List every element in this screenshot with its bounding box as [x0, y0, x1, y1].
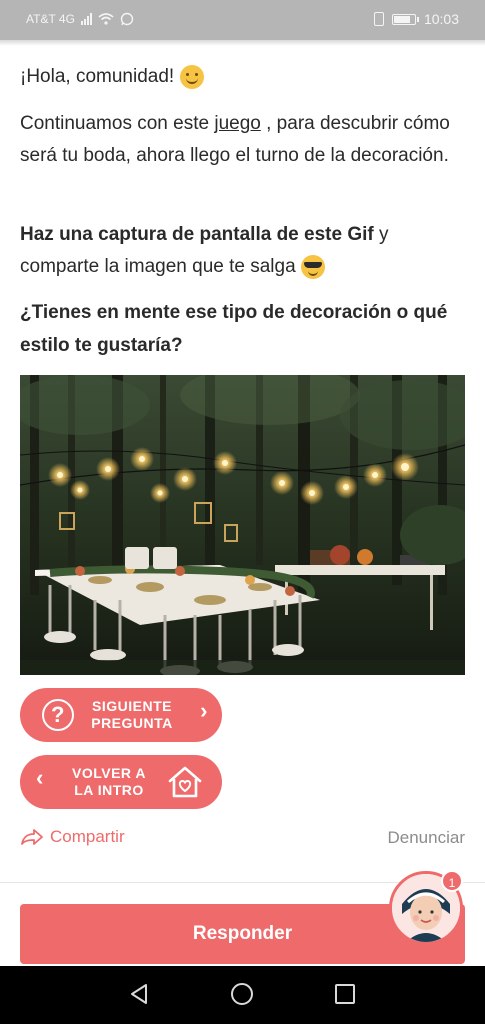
next-question-line2: PREGUNTA — [91, 715, 173, 731]
next-question-label: SIGUIENTE PREGUNTA — [86, 698, 178, 732]
back-to-intro-line2: LA INTRO — [74, 782, 144, 798]
report-link[interactable]: Denunciar — [388, 828, 466, 848]
battery-icon — [391, 13, 419, 25]
carrier-label: AT&T 4G — [26, 12, 75, 26]
share-label: Compartir — [50, 827, 125, 846]
vibrate-icon — [373, 12, 384, 26]
back-to-intro-label: VOLVER A LA INTRO — [68, 765, 150, 799]
question-paragraph: ¿Tienes en mente ese tipo de decoración … — [20, 302, 448, 356]
juego-link[interactable]: juego — [214, 113, 261, 134]
intro-text-start: Continuamos con este — [20, 113, 215, 134]
signal-icon — [80, 13, 92, 25]
wifi-icon — [98, 13, 114, 25]
share-arrow-icon — [21, 829, 43, 845]
share-button[interactable]: Compartir — [20, 827, 125, 847]
sunglasses-emoji-icon — [300, 254, 325, 279]
whatsapp-icon — [120, 12, 134, 26]
intro-paragraph: Continuamos con este juego , para descub… — [20, 108, 470, 172]
back-triangle-icon[interactable] — [128, 982, 150, 1006]
chevron-right-icon: › — [200, 698, 208, 723]
next-question-line1: SIGUIENTE — [92, 698, 172, 714]
greeting-text: ¡Hola, comunidad! — [20, 66, 175, 87]
instruction-bold: Haz una captura de pantalla de este Gif — [20, 224, 374, 245]
back-to-intro-button[interactable]: ‹ VOLVER A LA INTRO — [20, 755, 222, 809]
notification-badge: 1 — [441, 870, 463, 892]
recent-apps-icon[interactable] — [335, 984, 355, 1004]
header-shadow — [0, 40, 485, 46]
chevron-left-icon: ‹ — [36, 765, 44, 790]
greeting-line: ¡Hola, comunidad! — [20, 62, 205, 92]
next-question-button[interactable]: ? SIGUIENTE PREGUNTA › — [20, 688, 222, 742]
home-heart-icon — [168, 766, 202, 798]
home-circle-icon[interactable] — [231, 983, 253, 1005]
instruction-paragraph: Haz una captura de pantalla de este Gif … — [20, 219, 470, 283]
question-mark-icon: ? — [42, 699, 74, 731]
back-to-intro-line1: VOLVER A — [71, 765, 146, 781]
smiley-emoji-icon — [180, 65, 205, 89]
clock: 10:03 — [423, 11, 459, 27]
wedding-decoration-gif[interactable] — [20, 375, 465, 675]
status-bar: AT&T 4G 10:03 — [0, 0, 485, 40]
